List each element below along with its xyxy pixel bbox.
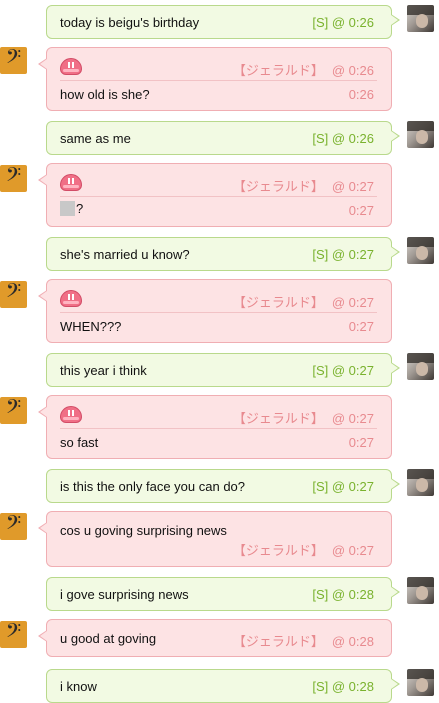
message-bubble: i gove surprising news [S] @ 0:28 [46,577,400,611]
blush-face-icon [60,174,82,191]
timestamp: @ 0:26 [331,15,374,30]
message-meta: [S] @ 0:26 [312,15,374,30]
message-bubble: 【ジェラルド】 @ 0:27 WHEN??? 0:27 [38,279,392,343]
timestamp: @ 0:27 [331,543,374,558]
timestamp: @ 0:28 [331,634,374,649]
message-meta: 【ジェラルド】 @ 0:28 [233,631,374,650]
sender-name: 【ジェラルド】 [232,543,324,558]
timestamp: @ 0:27 [331,295,374,310]
message-meta: 【ジェラルド】 @ 0:27 [233,176,374,195]
buddy-avatar: 𝄢 [0,165,27,192]
message-text: u good at goving [60,631,157,646]
message-meta: 【ジェラルド】 @ 0:27 [233,408,374,427]
divider [60,312,377,313]
divider [60,428,377,429]
timestamp: 0:26 [348,87,374,102]
message-meta: [S] @ 0:28 [312,587,374,602]
sender-name: 【ジェラルド】 [232,295,324,310]
buddy-avatar: 𝄢 [0,281,27,308]
message-meta: 【ジェラルド】 @ 0:27 [233,292,374,311]
timestamp: 0:27 [348,435,374,450]
message-bubble: u good at goving 【ジェラルド】 @ 0:28 [38,619,392,657]
message-text: i know [60,679,97,694]
my-avatar [407,237,434,264]
message-text: so fast [60,435,99,450]
missing-glyph-icon [60,201,75,216]
message-bubble: this year i think [S] @ 0:27 [46,353,400,387]
message-text: cos u goving surprising news [60,523,227,538]
timestamp: @ 0:28 [331,587,374,602]
message-text: how old is she? [60,87,150,102]
timestamp: @ 0:27 [331,247,374,262]
message-text: i gove surprising news [60,587,189,602]
blush-face-icon [60,58,82,75]
timestamp: @ 0:28 [331,679,374,694]
timestamp: 0:27 [348,203,374,218]
message-bubble: today is beigu's birthday [S] @ 0:26 [46,5,400,39]
message-meta: [S] @ 0:28 [312,679,374,694]
sender-tag: [S] [312,363,329,378]
sender-name: 【ジェラルド】 [232,634,324,649]
timestamp: @ 0:27 [331,411,374,426]
message-meta: 【ジェラルド】 @ 0:26 [233,60,374,79]
blush-face-icon [60,290,82,307]
sender-tag: [S] [312,15,329,30]
message-meta: [S] @ 0:27 [312,479,374,494]
timestamp: @ 0:27 [331,179,374,194]
message-bubble: cos u goving surprising news 【ジェラルド】 @ 0:… [38,511,392,567]
sender-name: 【ジェラルド】 [232,179,324,194]
sender-tag: [S] [312,131,329,146]
message-bubble: 【ジェラルド】 @ 0:26 how old is she? 0:26 [38,47,392,111]
message-bubble: is this the only face you can do? [S] @ … [46,469,400,503]
sender-name: 【ジェラルド】 [232,411,324,426]
message-bubble: 【ジェラルド】 @ 0:27 so fast 0:27 [38,395,392,459]
sender-tag: [S] [312,247,329,262]
my-avatar [407,469,434,496]
message-text: she's married u know? [60,247,190,262]
message-bubble: i know [S] @ 0:28 [46,669,400,703]
my-avatar [407,577,434,604]
my-avatar [407,5,434,32]
message-text-suffix: ? [76,201,84,216]
timestamp: 0:27 [348,319,374,334]
buddy-avatar: 𝄢 [0,513,27,540]
divider [60,196,377,197]
sender-tag: [S] [312,679,329,694]
my-avatar [407,121,434,148]
message-text: same as me [60,131,131,146]
message-bubble: same as me [S] @ 0:26 [46,121,400,155]
buddy-avatar: 𝄢 [0,397,27,424]
message-text: this year i think [60,363,147,378]
message-meta: [S] @ 0:26 [312,131,374,146]
message-meta: [S] @ 0:27 [312,363,374,378]
buddy-avatar: 𝄢 [0,621,27,648]
message-text: WHEN??? [60,319,122,334]
timestamp: @ 0:27 [331,479,374,494]
divider [60,80,377,81]
message-bubble: 【ジェラルド】 @ 0:27 ? 0:27 [38,163,392,227]
timestamp: @ 0:27 [331,363,374,378]
sender-name: 【ジェラルド】 [232,63,324,78]
message-text: is this the only face you can do? [60,479,246,494]
my-avatar [407,353,434,380]
timestamp: @ 0:26 [331,63,374,78]
sender-tag: [S] [312,479,329,494]
message-text: ? [60,201,83,216]
message-meta: 【ジェラルド】 @ 0:27 [233,540,374,559]
sender-tag: [S] [312,587,329,602]
message-bubble: she's married u know? [S] @ 0:27 [46,237,400,271]
my-avatar [407,669,434,696]
blush-face-icon [60,406,82,423]
timestamp: @ 0:26 [331,131,374,146]
buddy-avatar: 𝄢 [0,47,27,74]
message-meta: [S] @ 0:27 [312,247,374,262]
message-text: today is beigu's birthday [60,15,200,30]
